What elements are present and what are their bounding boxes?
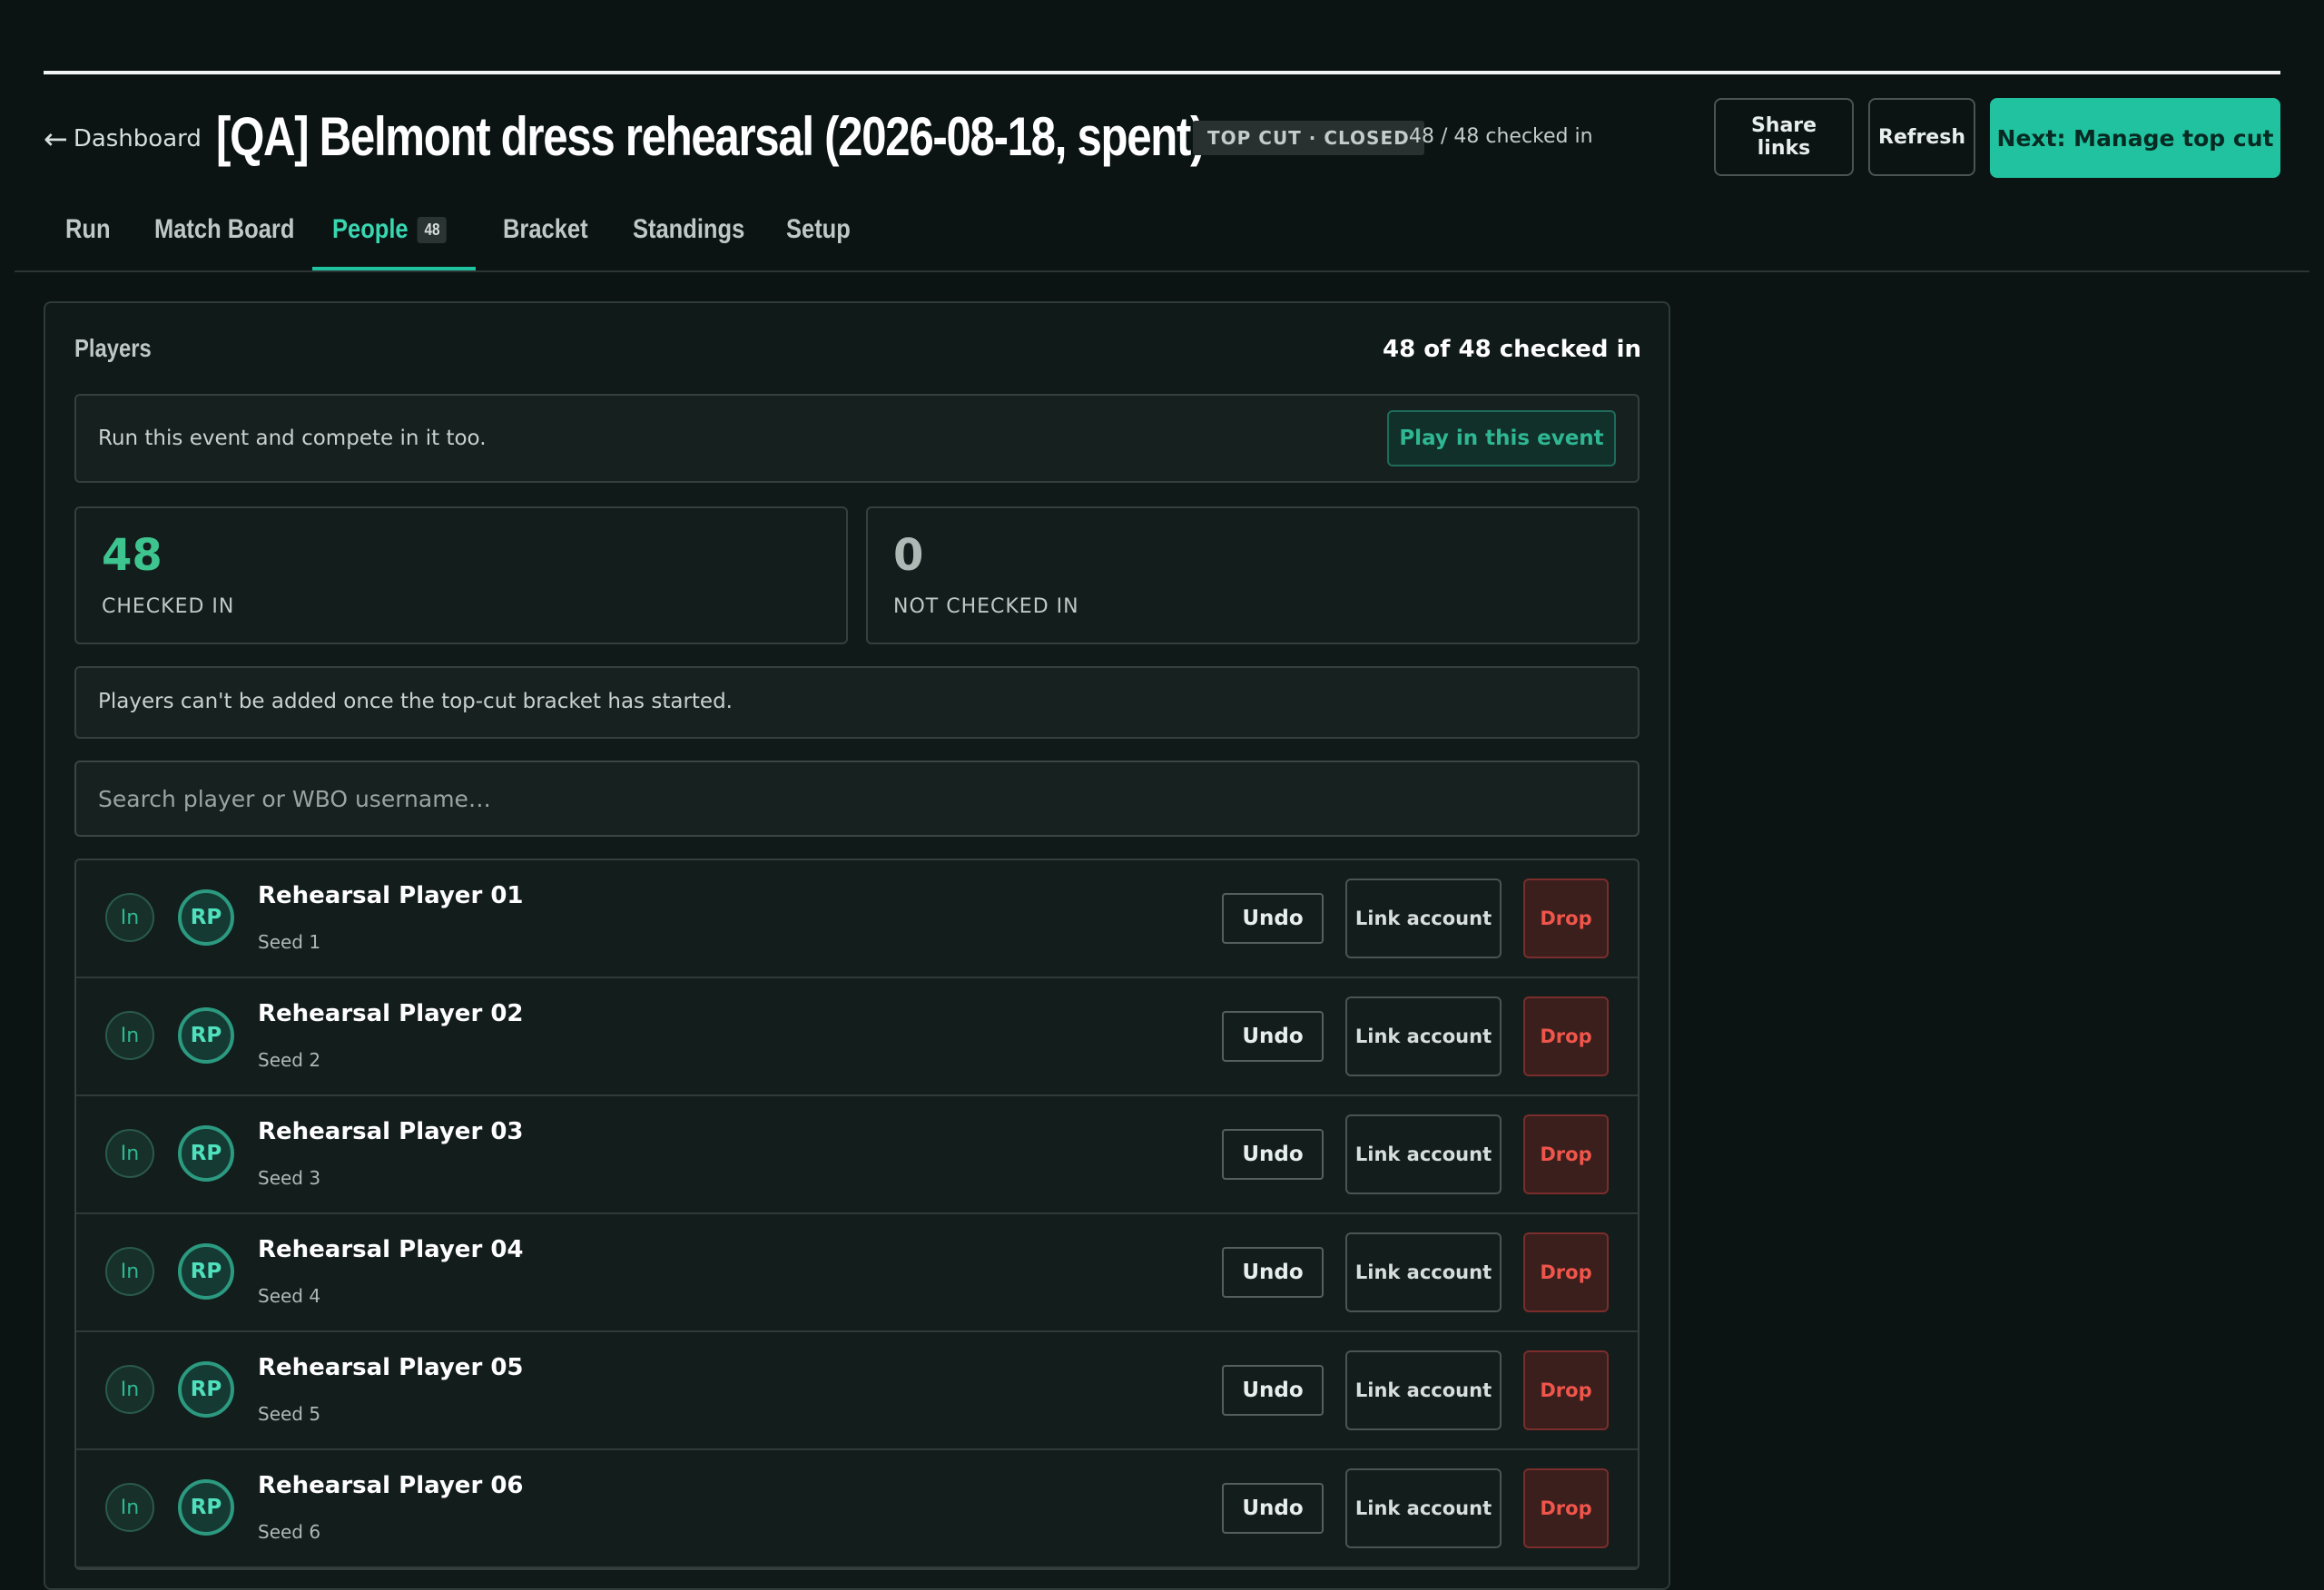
checked-in-value: 48 xyxy=(102,530,162,581)
drop-player-button[interactable]: Drop xyxy=(1523,878,1609,958)
player-seed: Seed 1 xyxy=(258,931,321,953)
avatar: RP xyxy=(178,1125,234,1182)
player-name: Rehearsal Player 01 xyxy=(258,882,524,909)
player-row: In RP Rehearsal Player 04 Seed 4 Undo Li… xyxy=(76,1214,1638,1332)
players-panel-title: Players xyxy=(74,334,152,362)
avatar: RP xyxy=(178,1479,234,1536)
link-account-button[interactable]: Link account xyxy=(1345,1232,1502,1312)
player-name: Rehearsal Player 05 xyxy=(258,1354,524,1381)
player-name: Rehearsal Player 06 xyxy=(258,1472,524,1499)
player-row: In RP Rehearsal Player 02 Seed 2 Undo Li… xyxy=(76,978,1638,1096)
player-row: In RP Rehearsal Player 01 Seed 1 Undo Li… xyxy=(76,860,1638,978)
tab-match-board[interactable]: Match Board xyxy=(154,214,294,245)
tab-people[interactable]: People 48 xyxy=(332,214,448,245)
player-name: Rehearsal Player 02 xyxy=(258,1000,524,1027)
share-links-button[interactable]: Share links xyxy=(1714,98,1854,176)
tab-people-label: People xyxy=(332,214,409,244)
link-account-button[interactable]: Link account xyxy=(1345,878,1502,958)
top-divider xyxy=(44,71,2280,74)
back-label: Dashboard xyxy=(73,125,202,152)
arrow-left-icon: ← xyxy=(44,122,68,156)
avatar: RP xyxy=(178,1007,234,1064)
checkin-status-badge: In xyxy=(105,1365,154,1414)
not-checked-in-stat: 0 NOT CHECKED IN xyxy=(866,506,1640,644)
link-account-button[interactable]: Link account xyxy=(1345,1350,1502,1430)
player-list: In RP Rehearsal Player 01 Seed 1 Undo Li… xyxy=(74,859,1640,1570)
play-in-event-button[interactable]: Play in this event xyxy=(1387,410,1616,466)
back-to-dashboard-link[interactable]: ← Dashboard xyxy=(44,122,202,156)
player-seed: Seed 6 xyxy=(258,1521,321,1543)
link-account-button[interactable]: Link account xyxy=(1345,1114,1502,1194)
undo-checkin-button[interactable]: Undo xyxy=(1222,1129,1324,1180)
play-in-event-text: Run this event and compete in it too. xyxy=(98,427,487,450)
next-manage-top-cut-button[interactable]: Next: Manage top cut xyxy=(1990,98,2280,178)
undo-checkin-button[interactable]: Undo xyxy=(1222,1247,1324,1298)
player-row: In RP Rehearsal Player 05 Seed 5 Undo Li… xyxy=(76,1332,1638,1450)
drop-player-button[interactable]: Drop xyxy=(1523,1114,1609,1194)
not-checked-in-label: NOT CHECKED IN xyxy=(893,595,1079,618)
play-in-event-box: Run this event and compete in it too. Pl… xyxy=(74,394,1640,483)
tab-run[interactable]: Run xyxy=(65,214,111,245)
players-panel: Players 48 of 48 checked in Run this eve… xyxy=(44,301,1670,1590)
checkin-status-badge: In xyxy=(105,1011,154,1060)
player-name: Rehearsal Player 03 xyxy=(258,1118,524,1145)
checkin-status-badge: In xyxy=(105,1483,154,1532)
undo-checkin-button[interactable]: Undo xyxy=(1222,1011,1324,1062)
drop-player-button[interactable]: Drop xyxy=(1523,1232,1609,1312)
undo-checkin-button[interactable]: Undo xyxy=(1222,893,1324,944)
tab-bracket[interactable]: Bracket xyxy=(503,214,588,245)
avatar: RP xyxy=(178,889,234,946)
player-row: In RP Rehearsal Player 03 Seed 3 Undo Li… xyxy=(76,1096,1638,1214)
drop-player-button[interactable]: Drop xyxy=(1523,1350,1609,1430)
link-account-button[interactable]: Link account xyxy=(1345,1468,1502,1548)
tab-standings[interactable]: Standings xyxy=(633,214,744,245)
player-seed: Seed 3 xyxy=(258,1167,321,1189)
checked-in-label: CHECKED IN xyxy=(102,595,235,618)
checked-in-stat: 48 CHECKED IN xyxy=(74,506,848,644)
tab-bar: Run Match Board People 48 Bracket Standin… xyxy=(15,200,2309,272)
player-search-input[interactable] xyxy=(74,761,1640,837)
player-name: Rehearsal Player 04 xyxy=(258,1236,524,1263)
drop-player-button[interactable]: Drop xyxy=(1523,996,1609,1076)
add-players-notice: Players can't be added once the top-cut … xyxy=(74,666,1640,739)
drop-player-button[interactable]: Drop xyxy=(1523,1468,1609,1548)
add-players-notice-text: Players can't be added once the top-cut … xyxy=(98,690,733,713)
page-header: ← Dashboard [QA] Belmont dress rehearsal … xyxy=(44,98,2280,180)
player-seed: Seed 5 xyxy=(258,1403,321,1425)
checkin-summary: 48 / 48 checked in xyxy=(1409,125,1593,148)
avatar: RP xyxy=(178,1361,234,1418)
checkin-status-badge: In xyxy=(105,1247,154,1296)
page-title: [QA] Belmont dress rehearsal (2026-08-18… xyxy=(216,106,1206,167)
link-account-button[interactable]: Link account xyxy=(1345,996,1502,1076)
not-checked-in-value: 0 xyxy=(893,530,924,581)
tab-people-count-badge: 48 xyxy=(417,217,448,243)
player-seed: Seed 2 xyxy=(258,1049,321,1071)
player-seed: Seed 4 xyxy=(258,1285,321,1307)
checkin-status-badge: In xyxy=(105,893,154,942)
players-checked-in-count: 48 of 48 checked in xyxy=(1383,336,1641,363)
checkin-status-badge: In xyxy=(105,1129,154,1178)
status-badge: TOP CUT · CLOSED xyxy=(1193,121,1424,155)
active-tab-indicator xyxy=(312,267,476,270)
refresh-button[interactable]: Refresh xyxy=(1868,98,1975,176)
undo-checkin-button[interactable]: Undo xyxy=(1222,1365,1324,1416)
tab-setup[interactable]: Setup xyxy=(786,214,851,245)
undo-checkin-button[interactable]: Undo xyxy=(1222,1483,1324,1534)
player-row: In RP Rehearsal Player 06 Seed 6 Undo Li… xyxy=(76,1450,1638,1568)
avatar: RP xyxy=(178,1243,234,1300)
